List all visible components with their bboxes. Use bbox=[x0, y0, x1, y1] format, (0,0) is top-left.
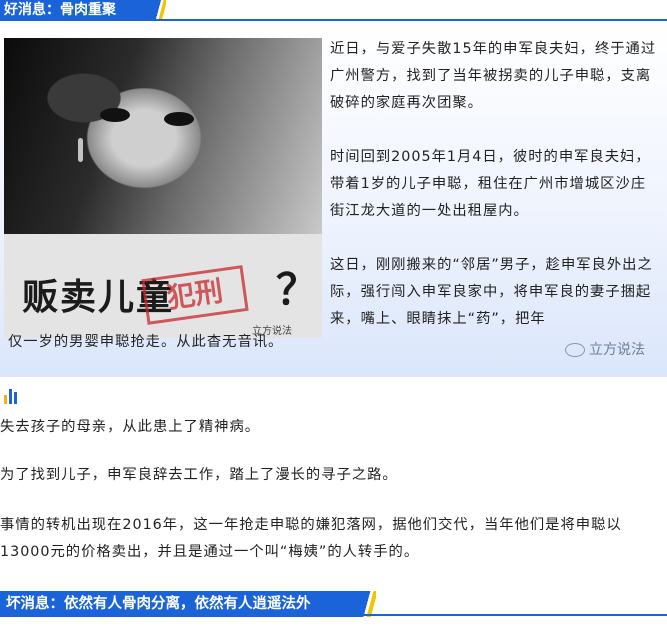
paragraph-search-begins: 为了找到儿子，申军良辞去工作，踏上了漫长的寻子之路。 bbox=[0, 467, 398, 483]
top-section-header: 好消息：骨肉重聚 bbox=[0, 0, 166, 21]
child-photo bbox=[4, 38, 322, 234]
bar-chart-icon bbox=[4, 388, 20, 404]
bar-chart-icon-bar bbox=[9, 389, 12, 404]
tear-shape bbox=[78, 138, 83, 162]
paragraph-mother-illness: 失去孩子的母亲，从此患上了精神病。 bbox=[0, 419, 261, 435]
right-eye-shape bbox=[164, 112, 194, 126]
image-question-mark: ？ bbox=[276, 265, 319, 314]
crying-child-image: 贩卖儿童 犯刑 ？ 立方说法 bbox=[4, 38, 322, 338]
wechat-icon bbox=[565, 343, 585, 357]
card-watermark-text: 立方说法 bbox=[589, 342, 645, 358]
paragraph-abduction-continued: 仅一岁的男婴申聪抢走。从此杳无音讯。 bbox=[8, 334, 284, 350]
card-watermark: 立方说法 bbox=[565, 339, 645, 359]
bar-chart-icon-bar bbox=[14, 392, 17, 404]
image-caption-area: 贩卖儿童 犯刑 ？ 立方说法 bbox=[4, 234, 322, 338]
paragraph-background: 时间回到2005年1月4日，彼时的申军良夫妇，带着1岁的儿子申聪，租住在广州市增… bbox=[330, 149, 651, 219]
bottom-header-rule bbox=[0, 614, 667, 616]
paragraph-abduction: 这日，刚刚搬来的“邻居”男子，趁申军良外出之际，强行闯入申军良家中，将申军良的妻… bbox=[330, 257, 653, 327]
paragraph-turning-point: 事情的转机出现在2016年，这一年抢走申聪的嫌犯落网，据他们交代，当年他们是将申… bbox=[0, 517, 622, 560]
top-header-rule bbox=[0, 19, 667, 21]
story-card: 贩卖儿童 犯刑 ？ 立方说法 近日，与爱子失散15年的申军良夫妇，终于通过广州警… bbox=[0, 27, 667, 377]
paragraph-reunion: 近日，与爱子失散15年的申军良夫妇，终于通过广州警方，找到了当年被拐卖的儿子申聪… bbox=[330, 41, 657, 111]
bottom-section-title: 坏消息：依然有人骨肉分离，依然有人逍遥法外 bbox=[6, 596, 311, 612]
header-slant-decoration bbox=[154, 0, 166, 21]
left-eye-shape bbox=[100, 108, 130, 122]
bar-chart-icon-bar bbox=[4, 395, 7, 404]
top-section-title: 好消息：骨肉重聚 bbox=[4, 2, 116, 18]
